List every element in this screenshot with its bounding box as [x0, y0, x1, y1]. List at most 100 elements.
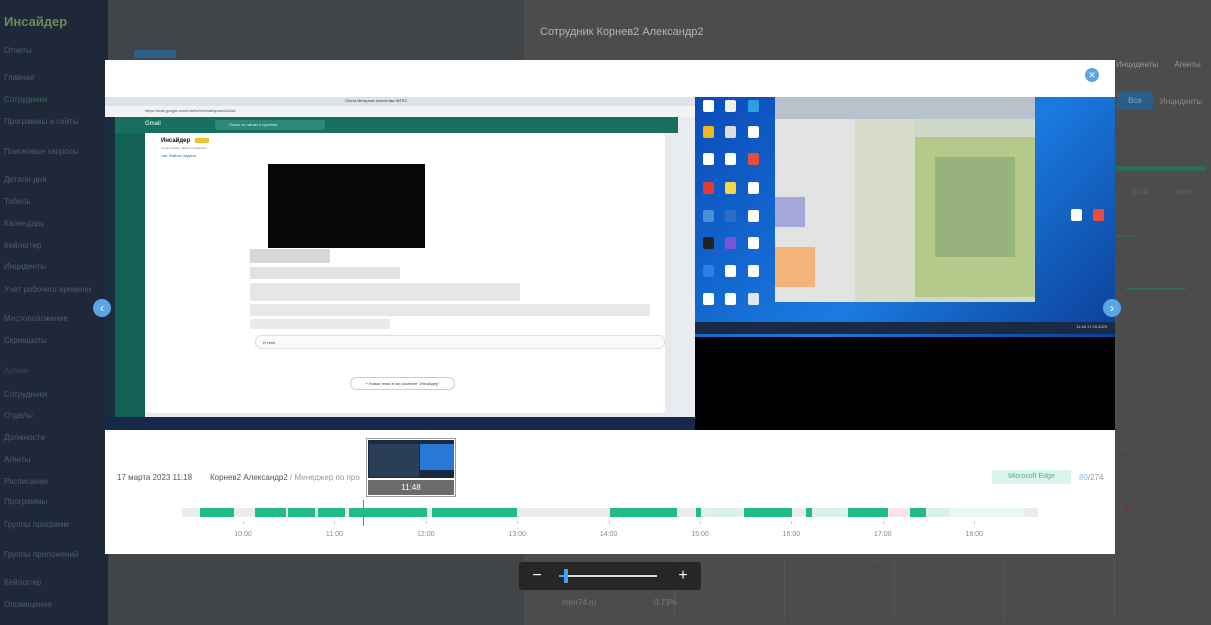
timeline-activity-segment[interactable] — [255, 508, 286, 517]
timeline-activity-segment[interactable] — [848, 508, 888, 517]
timeline-activity-segment[interactable] — [288, 508, 315, 517]
sidebar-admin-item[interactable]: Кейлоггер — [4, 578, 100, 587]
filter-all-button[interactable]: Все — [1117, 92, 1153, 110]
timeline-idle-segment[interactable] — [707, 508, 737, 517]
timeline-activity-segment[interactable] — [806, 508, 812, 517]
site-percent: 0.73% — [654, 598, 677, 607]
timeline-tick — [425, 521, 427, 524]
timeline-hour-label: 10:00 — [234, 531, 252, 538]
grid-line — [894, 560, 895, 620]
sidebar-item[interactable]: Скриншоты — [4, 336, 100, 345]
sidebar-item[interactable]: Календарь — [4, 219, 100, 228]
sidebar-item[interactable]: Главная — [4, 73, 100, 82]
timeline-activity-segment[interactable] — [432, 508, 517, 517]
timeline-idle-segment[interactable] — [950, 508, 1024, 517]
timeline-hour-label: 18:00 — [965, 531, 983, 538]
sidebar-admin-item[interactable]: Программы — [4, 497, 100, 506]
app-logo: Инсайдер — [4, 14, 68, 29]
zoom-slider-track[interactable] — [559, 575, 657, 577]
thumbnail-right-screen — [420, 444, 454, 470]
mini-tick-label: 18:00 — [1176, 190, 1192, 196]
close-icon[interactable]: ✕ — [1085, 68, 1099, 82]
timeline-tick — [791, 521, 793, 524]
employee-tabs: Инциденты Агенты Г — [1116, 60, 1211, 69]
chat-compose-box — [255, 335, 665, 349]
zoom-slider-handle[interactable] — [563, 569, 568, 583]
background-sidebar: Инсайдер Отчеты Главная Сотрудники Программ… — [0, 0, 108, 625]
incident-marker — [1126, 508, 1129, 511]
timeline-activity-segment[interactable] — [744, 508, 792, 517]
sidebar-item[interactable]: Отчеты — [4, 46, 100, 55]
previous-screenshot-button[interactable]: ‹ — [93, 299, 111, 317]
counter-current: 80 — [1079, 473, 1088, 482]
employee-role: / Менеджер по про — [287, 473, 360, 482]
blurred-message — [250, 283, 520, 301]
browser-sidebar — [105, 117, 115, 417]
sidebar-admin-item[interactable]: Оповещения — [4, 600, 100, 609]
timeline-hour-label: 15:00 — [691, 531, 709, 538]
windows-taskbar — [105, 417, 695, 430]
grid-line — [784, 560, 785, 620]
desktop-icon — [703, 100, 714, 112]
sidebar-admin-item[interactable]: Отделы — [4, 411, 100, 420]
desktop-icon — [748, 153, 759, 165]
sidebar-item[interactable]: Поисковые запросы — [4, 147, 100, 156]
desktop-icon — [725, 237, 736, 249]
thumbnail-left-screen — [369, 444, 419, 477]
timeline-current-marker[interactable] — [363, 500, 364, 526]
timeline-activity-segment[interactable] — [318, 508, 345, 517]
desktop-icon — [1071, 209, 1082, 221]
sidebar-item[interactable]: Инциденты — [4, 262, 100, 271]
timeline-tick — [334, 521, 336, 524]
timeline-incident-segment[interactable] — [888, 508, 908, 517]
desktop-icon — [725, 153, 736, 165]
timeline-activity-segment[interactable] — [349, 508, 427, 517]
zoom-in-button[interactable]: + — [673, 566, 693, 586]
browser-tab-title: Почта Интернет-Агентства INTEC — [345, 98, 408, 103]
sidebar-item[interactable]: Учет рабочего времени — [4, 285, 100, 294]
tab-agents[interactable]: Агенты — [1174, 60, 1200, 69]
sidebar-item[interactable]: Детали дня — [4, 175, 100, 184]
sidebar-admin-item[interactable]: Расписание — [4, 477, 100, 486]
desktop-clock: 11:18 17.03.2023 — [1076, 324, 1107, 329]
sidebar-admin-item[interactable]: Сотрудники — [4, 390, 100, 399]
sidebar-admin-item[interactable]: Агенты — [4, 455, 100, 464]
next-screenshot-button[interactable]: › — [1103, 299, 1121, 317]
desktop-icon — [703, 210, 714, 222]
desktop-icon — [725, 182, 736, 194]
timeline-activity-segment[interactable] — [610, 508, 677, 517]
blurred-app-window — [775, 97, 1035, 302]
employee-title: Сотрудник Корнев2 Александр2 — [540, 26, 704, 38]
sidebar-admin-item[interactable]: Группы программ — [4, 520, 100, 529]
browser-right-rail — [678, 117, 695, 417]
desktop-icon — [748, 210, 759, 222]
timeline-hour-label: 17:00 — [874, 531, 892, 538]
mini-activity-line — [1126, 288, 1186, 290]
tab-incidents[interactable]: Инциденты — [1116, 60, 1158, 69]
grid-line — [1004, 560, 1005, 620]
blurred-region — [775, 197, 805, 227]
screenshot-image: Почта Интернет-Агентства INTEC https://m… — [105, 97, 1115, 430]
timeline-activity-segment[interactable] — [696, 508, 701, 517]
sidebar-item[interactable]: Табель — [4, 197, 100, 206]
sidebar-admin-item[interactable]: Группы приложений — [4, 550, 100, 559]
sidebar-item[interactable]: Кейлоггер — [4, 241, 100, 250]
desktop-icon — [703, 265, 714, 277]
filter-incidents-button[interactable]: Инциденты — [1160, 97, 1202, 106]
zoom-out-button[interactable]: − — [527, 566, 547, 586]
timeline-activity-segment[interactable] — [910, 508, 926, 517]
timeline-tick — [700, 521, 701, 524]
timeline-thumbnail-preview: 11:48 — [366, 438, 456, 497]
sidebar-admin-item[interactable]: Должности — [4, 433, 100, 442]
desktop-icon — [703, 237, 714, 249]
sidebar-item[interactable]: Сотрудники — [4, 95, 100, 104]
timeline-activity-segment[interactable] — [200, 508, 234, 517]
thumbnail-image — [368, 440, 454, 478]
timeline-hour-label: 16:00 — [782, 531, 801, 538]
screenshot-viewer-modal: ✕ Почта Интернет-Агентства INTEC https:/… — [93, 60, 1121, 554]
sidebar-item[interactable]: Местоположение — [4, 314, 100, 323]
new-topic-button: + Новая тема в чат-комнате "Инсайдер" — [350, 377, 455, 390]
screenshot-datetime: 17 марта 2023 11:18 — [117, 473, 193, 482]
sidebar-item[interactable]: Программы и сайты — [4, 117, 100, 126]
timeline-idle-segment[interactable] — [817, 508, 845, 517]
